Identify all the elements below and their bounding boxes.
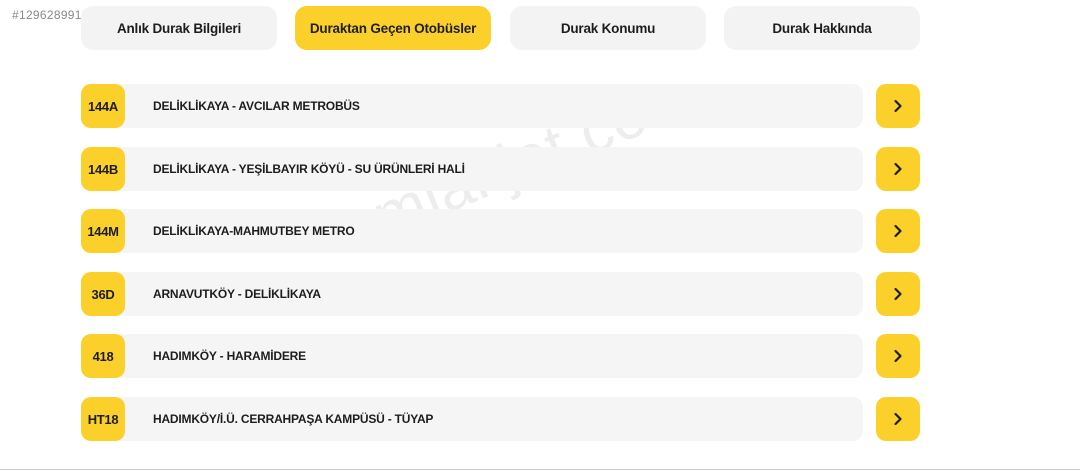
route-detail-button[interactable]: [876, 272, 920, 316]
route-detail-button[interactable]: [876, 84, 920, 128]
route-detail-button[interactable]: [876, 334, 920, 378]
route-detail-button[interactable]: [876, 209, 920, 253]
route-name: DELİKLİKAYA - AVCILAR METROBÜS: [153, 99, 360, 113]
route-item: 144A DELİKLİKAYA - AVCILAR METROBÜS: [81, 84, 921, 128]
route-item: 144M DELİKLİKAYA-MAHMUTBEY METRO: [81, 209, 921, 253]
route-name: HADIMKÖY - HARAMİDERE: [153, 349, 306, 363]
tab-durak-konumu[interactable]: Durak Konumu: [510, 6, 706, 50]
route-code-badge: HT18: [81, 397, 125, 441]
route-item: 36D ARNAVUTKÖY - DELİKLİKAYA: [81, 272, 921, 316]
chevron-right-icon: [894, 287, 902, 301]
route-name: ARNAVUTKÖY - DELİKLİKAYA: [153, 287, 321, 301]
tab-anlik-durak-bilgileri[interactable]: Anlık Durak Bilgileri: [81, 6, 277, 50]
route-item: 418 HADIMKÖY - HARAMİDERE: [81, 334, 921, 378]
route-item: 144B DELİKLİKAYA - YEŞİLBAYIR KÖYÜ - SU …: [81, 147, 921, 191]
listing-id: #1296289912: [12, 8, 89, 22]
page: #1296289912 Anlık Durak Bilgileri Durakt…: [0, 0, 1080, 473]
route-item: HT18 HADIMKÖY/İ.Ü. CERRAHPAŞA KAMPÜSÜ - …: [81, 397, 921, 441]
divider: [0, 469, 1080, 470]
chevron-right-icon: [894, 224, 902, 238]
route-name: HADIMKÖY/İ.Ü. CERRAHPAŞA KAMPÜSÜ - TÜYAP: [153, 412, 434, 426]
route-row[interactable]: 144A DELİKLİKAYA - AVCILAR METROBÜS: [81, 84, 863, 128]
route-code-badge: 144A: [81, 84, 125, 128]
route-name: DELİKLİKAYA-MAHMUTBEY METRO: [153, 224, 355, 238]
route-row[interactable]: 144M DELİKLİKAYA-MAHMUTBEY METRO: [81, 209, 863, 253]
route-code-badge: 144B: [81, 147, 125, 191]
route-row[interactable]: 418 HADIMKÖY - HARAMİDERE: [81, 334, 863, 378]
tab-duraktan-gecen-otobusler[interactable]: Duraktan Geçen Otobüsler: [295, 6, 491, 50]
route-detail-button[interactable]: [876, 147, 920, 191]
route-name: DELİKLİKAYA - YEŞİLBAYIR KÖYÜ - SU ÜRÜNL…: [153, 162, 465, 176]
route-row[interactable]: HT18 HADIMKÖY/İ.Ü. CERRAHPAŞA KAMPÜSÜ - …: [81, 397, 863, 441]
chevron-right-icon: [894, 99, 902, 113]
route-row[interactable]: 144B DELİKLİKAYA - YEŞİLBAYIR KÖYÜ - SU …: [81, 147, 863, 191]
route-code-badge: 418: [81, 334, 125, 378]
route-row[interactable]: 36D ARNAVUTKÖY - DELİKLİKAYA: [81, 272, 863, 316]
chevron-right-icon: [894, 349, 902, 363]
route-code-badge: 144M: [81, 209, 125, 253]
route-code-badge: 36D: [81, 272, 125, 316]
route-detail-button[interactable]: [876, 397, 920, 441]
tab-durak-hakkinda[interactable]: Durak Hakkında: [724, 6, 920, 50]
chevron-right-icon: [894, 162, 902, 176]
chevron-right-icon: [894, 412, 902, 426]
